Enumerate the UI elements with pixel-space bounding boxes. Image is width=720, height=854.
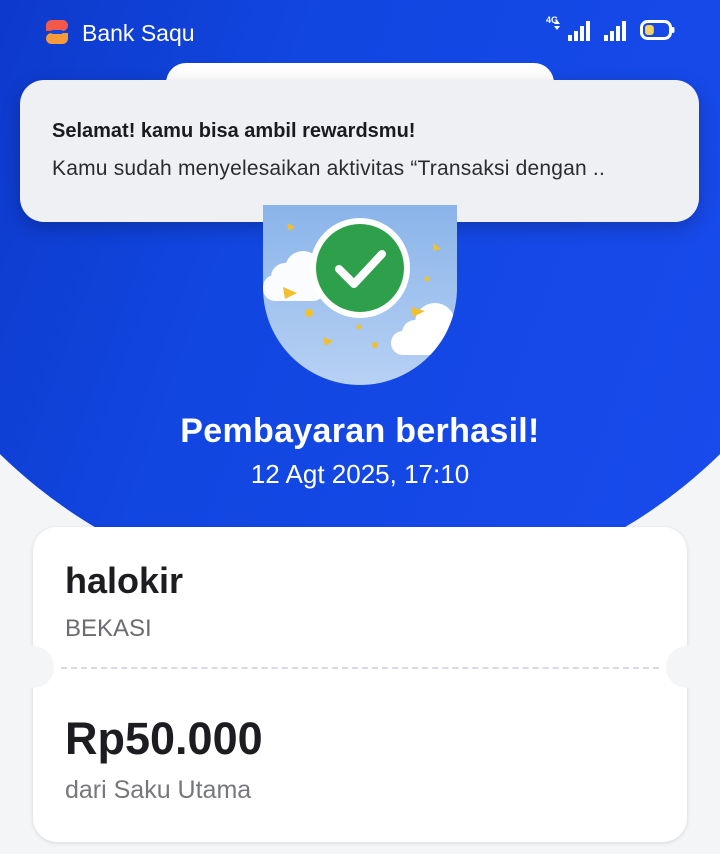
merchant-name: halokir [65,560,184,601]
app-logo-icon [46,20,68,44]
receipt-card: halokir BEKASI Rp50.000 dari Saku Utama [12,527,708,842]
payment-success-screen: Bank Saqu 4G Selamat! kamu bisa ambil re… [0,0,720,854]
transaction-datetime: 12 Agt 2025, 17:10 [250,459,470,489]
notification-body: Kamu sudah menyelesaikan aktivitas “Tran… [52,157,606,180]
reward-notification[interactable]: Selamat! kamu bisa ambil rewardsmu! Kamu… [20,80,699,222]
dashed-divider [61,667,659,669]
payment-amount: Rp50.000 [65,713,263,764]
ticket-notch-right [666,646,708,688]
ticket-notch-left [12,646,54,688]
signal-4g-icon: 4G [546,15,592,42]
merchant-city: BEKASI [65,615,152,642]
status-icons: 4G [546,15,676,42]
signal-icon [604,21,626,41]
app-name: Bank Saqu [82,20,195,46]
checkmark-icon [310,218,410,318]
status-bar: Bank Saqu 4G [0,0,720,64]
success-title: Pembayaran berhasil! [180,412,540,450]
battery-icon [640,20,675,40]
payment-source: dari Saku Utama [65,776,252,804]
notification-title: Selamat! kamu bisa ambil rewardsmu! [52,120,416,142]
